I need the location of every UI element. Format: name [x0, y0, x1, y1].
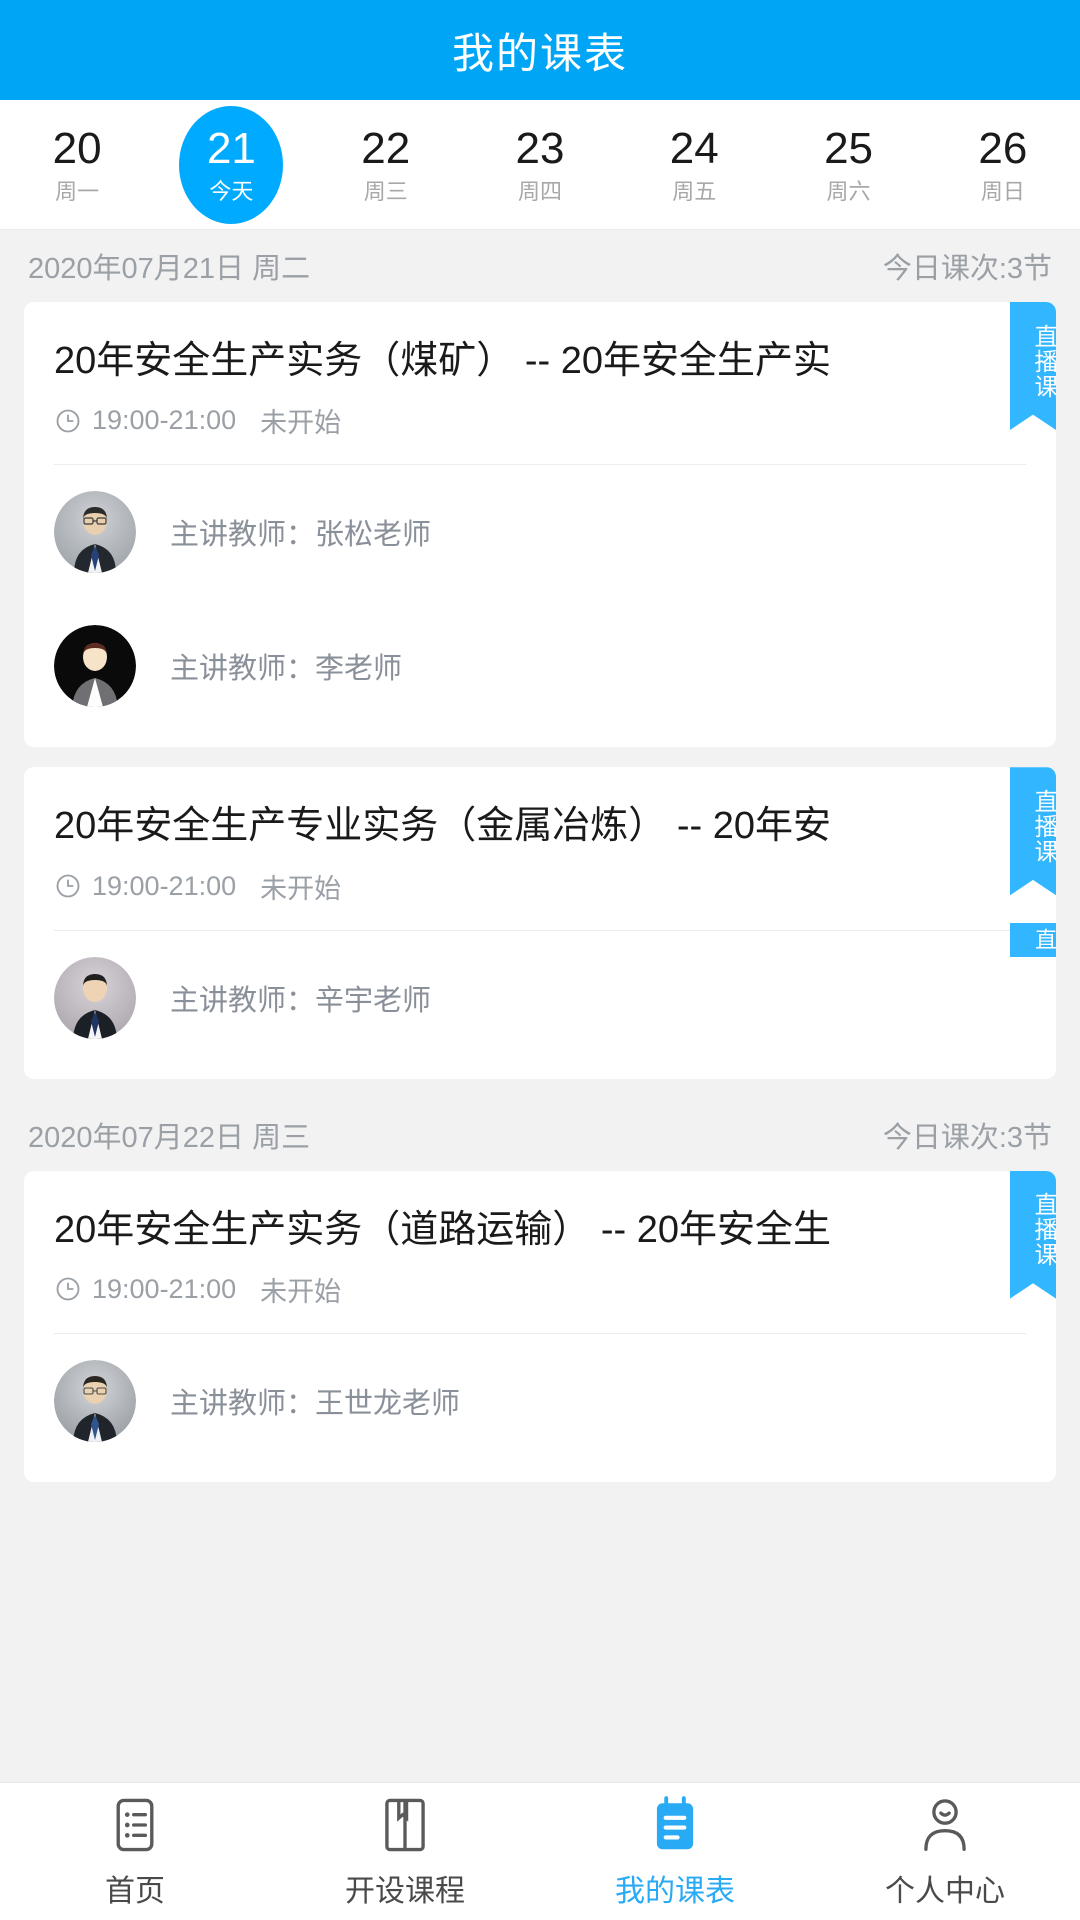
tab-courses[interactable]: 开设课程	[270, 1783, 540, 1920]
day-cell-1[interactable]: 21 今天	[154, 100, 308, 230]
day-cell-3[interactable]: 23 周四	[463, 100, 617, 230]
teacher-row[interactable]: 主讲教师：王世龙老师	[24, 1334, 1056, 1468]
avatar	[54, 625, 136, 708]
clock-icon	[56, 1277, 80, 1301]
course-card[interactable]: 直播课 20年安全生产专业实务（金属冶炼） -- 20年安 19:00-21:0…	[24, 767, 1056, 1079]
avatar	[54, 956, 136, 1039]
course-time: 19:00-21:00	[92, 1273, 237, 1304]
course-status: 未开始	[260, 1276, 342, 1307]
day-cell-5[interactable]: 25 周六	[771, 100, 925, 230]
day-cell-6[interactable]: 26 周日	[926, 100, 1080, 230]
page-title: 我的课表	[451, 29, 628, 77]
tab-label: 我的课表	[615, 1874, 735, 1908]
day-weekday-label: 周日	[980, 178, 1025, 204]
day-weekday-label: 周六	[826, 178, 871, 204]
app-header: 我的课表	[0, 0, 1080, 100]
avatar	[54, 491, 136, 574]
clock-icon	[56, 409, 80, 433]
course-time-row: 19:00-21:00 未开始	[24, 387, 1056, 440]
live-course-badge: 直播课	[1010, 1170, 1056, 1299]
course-title: 20年安全生产实务（道路运输） -- 20年安全生	[54, 1208, 831, 1251]
tab-label: 首页	[105, 1874, 165, 1908]
day-weekday-label: 今天	[209, 178, 254, 204]
day-pill: 24 周五	[642, 106, 746, 224]
course-time-row: 19:00-21:00 未开始	[24, 853, 1056, 906]
day-number: 22	[361, 124, 411, 174]
day-weekday-label: 周一	[55, 178, 100, 204]
course-title: 20年安全生产实务（煤矿） -- 20年安全生产实	[54, 340, 831, 382]
avatar-image	[54, 491, 136, 574]
course-title: 20年安全生产专业实务（金属冶炼） -- 20年安	[54, 805, 831, 848]
teacher-row[interactable]: 主讲教师：李老师	[24, 599, 1056, 733]
avatar-image	[54, 625, 136, 708]
week-strip[interactable]: 20 周一 21 今天 22 周三 23 周四 24 周五 25 周六 26 周…	[0, 100, 1080, 230]
day-weekday-label: 周五	[672, 178, 717, 204]
group-header: 2020年07月22日 周三 今日课次:3节	[0, 1099, 1080, 1171]
course-status: 未开始	[260, 873, 342, 904]
person-icon	[924, 1798, 966, 1851]
group-lesson-count: 今日课次:3节	[882, 253, 1052, 285]
avatar-image	[54, 1359, 136, 1442]
day-number: 20	[52, 124, 102, 174]
live-course-badge: 直播课	[1010, 767, 1056, 896]
teacher-name: 主讲教师：李老师	[170, 653, 403, 686]
day-pill: 26 周日	[951, 106, 1055, 224]
day-pill: 22 周三	[334, 106, 438, 224]
book-icon	[385, 1798, 425, 1851]
day-pill: 23 周四	[488, 106, 592, 224]
notebook-icon	[656, 1795, 694, 1849]
day-pill: 20 周一	[25, 106, 129, 224]
schedule-list[interactable]: 2020年07月21日 周二 今日课次:3节 直播课 20年安全生产实务（煤矿）…	[0, 230, 1080, 1782]
day-number: 21	[206, 124, 256, 174]
course-time: 19:00-21:00	[92, 405, 237, 436]
day-number: 23	[515, 124, 565, 174]
course-status: 未开始	[260, 408, 342, 439]
day-weekday-label: 周三	[363, 178, 408, 204]
teacher-name: 主讲教师：张松老师	[170, 519, 432, 552]
tab-profile[interactable]: 个人中心	[810, 1783, 1080, 1920]
day-cell-4[interactable]: 24 周五	[617, 100, 771, 230]
day-cell-2[interactable]: 22 周三	[309, 100, 463, 230]
app-root: 我的课表 20 周一 21 今天 22 周三 23 周四 24 周五 25 周六…	[0, 0, 1080, 1920]
group-date-label: 2020年07月22日 周三	[28, 1121, 311, 1154]
clock-icon	[56, 874, 80, 898]
course-time: 19:00-21:00	[92, 870, 237, 901]
course-card[interactable]: 直播课 20年安全生产实务（道路运输） -- 20年安全生 19:00-21:0…	[24, 1170, 1056, 1482]
group-lesson-count: 今日课次:3节	[882, 1121, 1052, 1154]
teacher-row[interactable]: 主讲教师：辛宇老师 直	[24, 922, 1056, 1065]
day-pill: 25 周六	[797, 106, 901, 224]
live-course-badge: 直播课	[1010, 302, 1056, 430]
avatar	[54, 1359, 136, 1442]
day-number: 26	[978, 124, 1028, 174]
day-number: 25	[824, 124, 874, 174]
day-weekday-label: 周四	[517, 178, 562, 204]
live-course-badge-partial: 直	[1010, 922, 1056, 957]
teacher-row[interactable]: 主讲教师：张松老师	[24, 465, 1056, 599]
course-time-row: 19:00-21:00 未开始	[24, 1256, 1056, 1309]
list-icon	[116, 1798, 154, 1851]
tab-schedule[interactable]: 我的课表	[540, 1783, 810, 1920]
group-date-label: 2020年07月21日 周二	[28, 253, 311, 285]
day-pill-selected: 21 今天	[179, 105, 284, 224]
bottom-tabbar[interactable]: 首页 开设课程 我的课表 个人中心	[0, 1782, 1080, 1920]
course-card[interactable]: 直播课 20年安全生产实务（煤矿） -- 20年安全生产实 19:00-21:0…	[24, 302, 1056, 748]
teacher-name: 主讲教师：辛宇老师	[170, 984, 432, 1017]
day-number: 24	[669, 124, 719, 174]
group-header: 2020年07月21日 周二 今日课次:3节	[0, 230, 1080, 302]
day-cell-0[interactable]: 20 周一	[0, 100, 154, 230]
tab-label: 开设课程	[345, 1874, 465, 1908]
avatar-image	[54, 956, 136, 1039]
tab-home[interactable]: 首页	[0, 1783, 270, 1920]
teacher-name: 主讲教师：王世龙老师	[170, 1387, 461, 1420]
tab-label: 个人中心	[885, 1874, 1005, 1908]
